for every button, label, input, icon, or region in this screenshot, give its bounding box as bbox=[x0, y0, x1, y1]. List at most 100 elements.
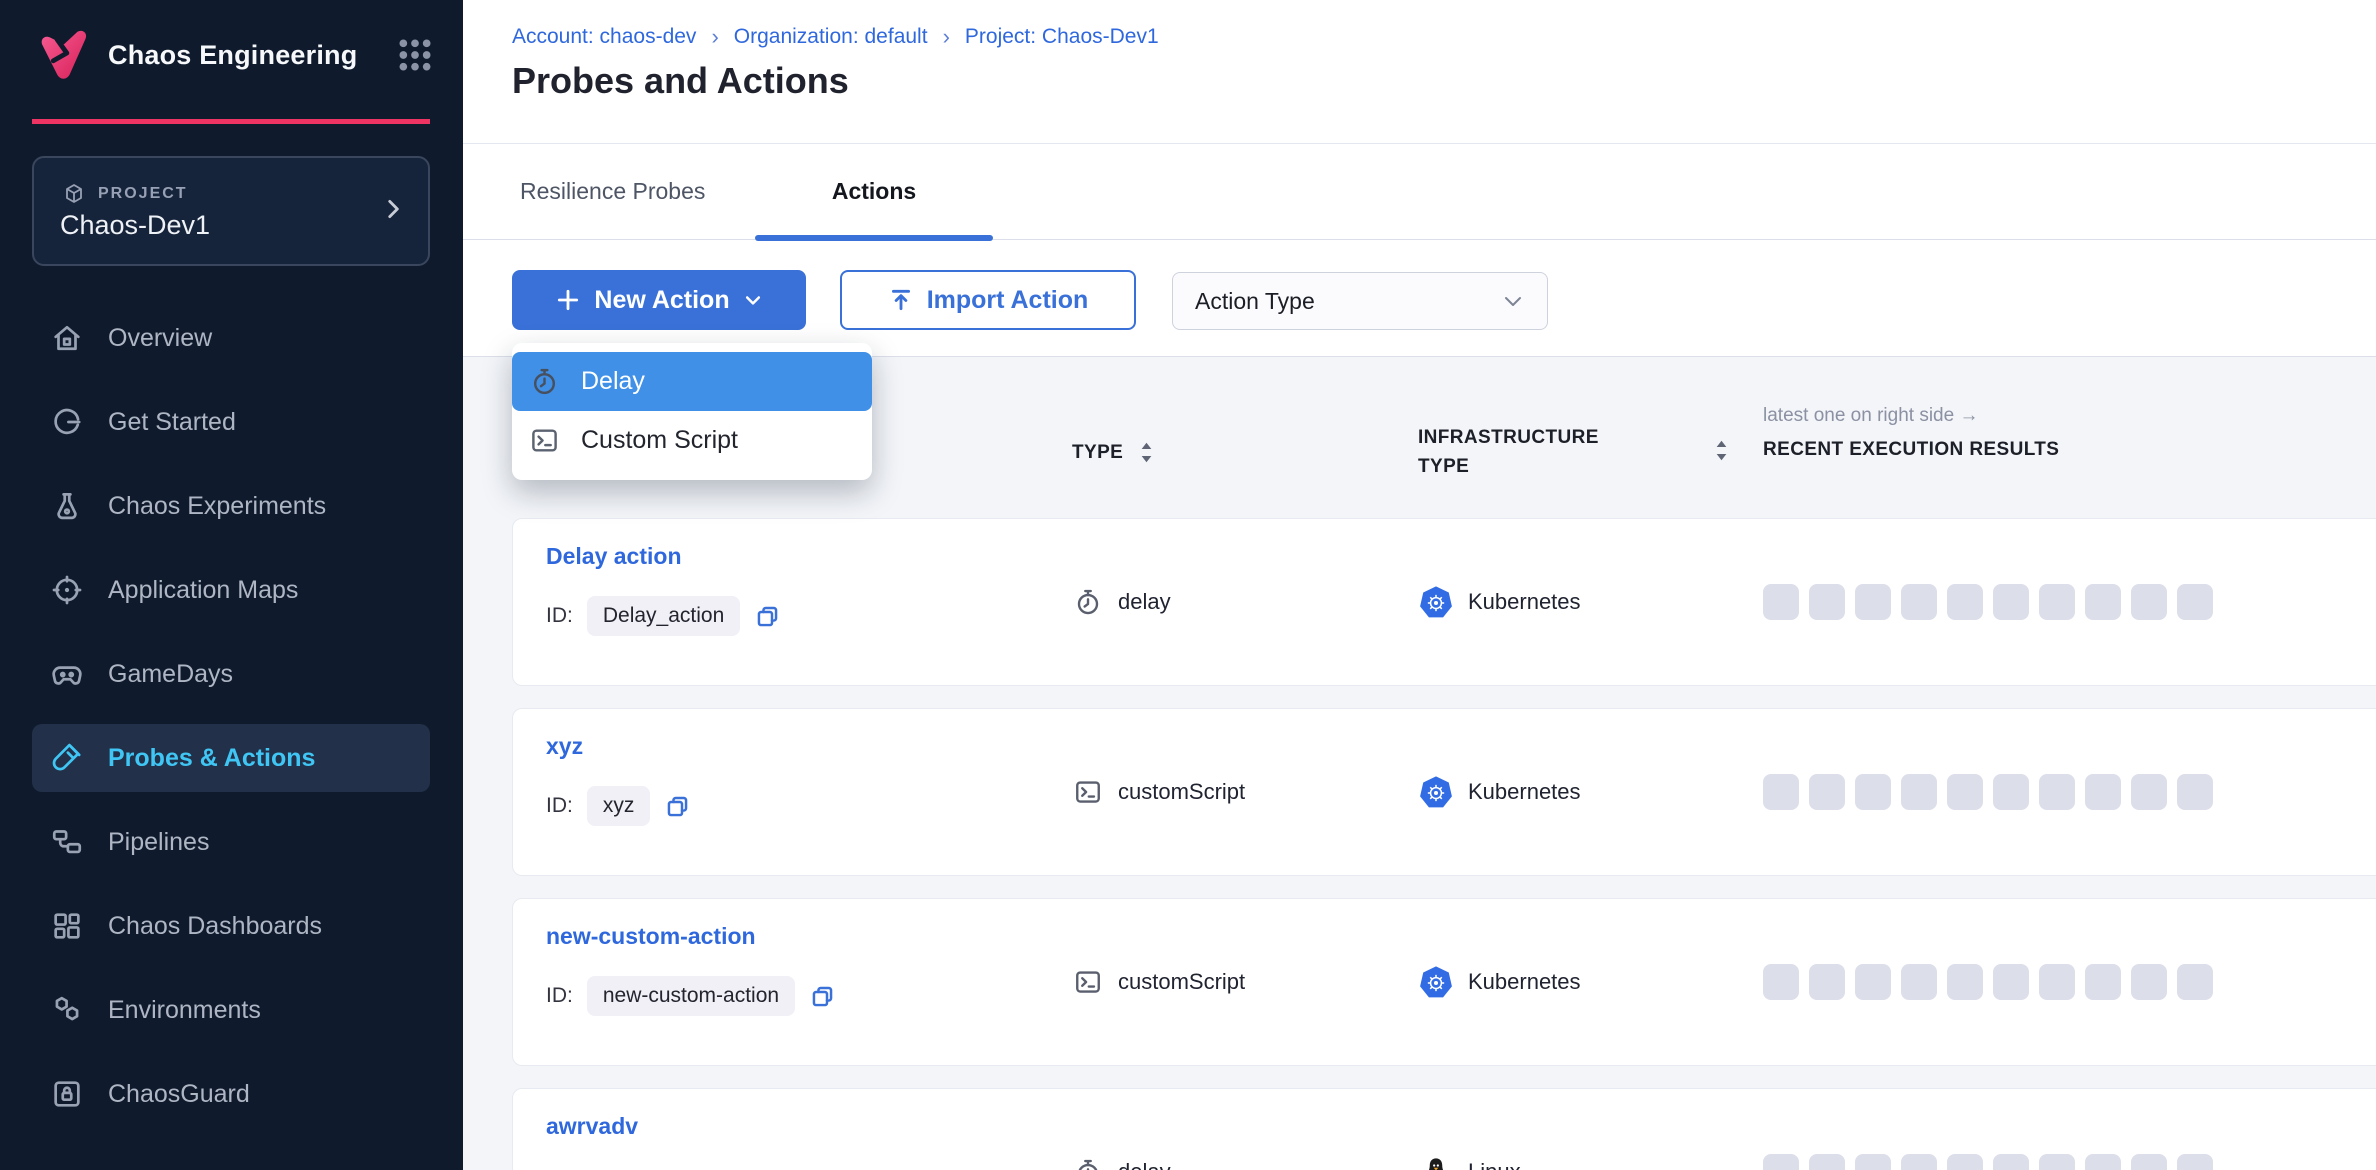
sidebar-item-environments[interactable]: Environments bbox=[0, 968, 463, 1052]
execution-result-placeholder bbox=[1809, 964, 1845, 1000]
project-selector[interactable]: PROJECT Chaos-Dev1 bbox=[32, 156, 430, 266]
execution-result-placeholder bbox=[1947, 1154, 1983, 1170]
stopwatch-icon bbox=[529, 366, 560, 397]
results-note: latest one on right side → bbox=[1763, 405, 2059, 427]
infrastructure-cell: Kubernetes bbox=[1419, 519, 1581, 685]
pipeline-icon bbox=[50, 825, 84, 859]
execution-result-placeholder bbox=[2177, 774, 2213, 810]
action-row-delay-action[interactable]: Delay action ID: Delay_action delay Kube… bbox=[512, 518, 2376, 686]
sidebar-item-label: Get Started bbox=[108, 408, 236, 437]
type-cell: delay bbox=[1073, 519, 1171, 685]
execution-result-placeholder bbox=[2085, 774, 2121, 810]
column-header-infrastructure-type: INFRASTRUCTURE TYPE bbox=[1418, 423, 1618, 481]
execution-result-placeholder bbox=[1947, 964, 1983, 1000]
target-icon bbox=[50, 573, 84, 607]
menu-item-delay[interactable]: Delay bbox=[512, 352, 872, 411]
breadcrumb-link-1[interactable]: Organization: default bbox=[734, 25, 928, 49]
module-grid-icon[interactable] bbox=[395, 35, 435, 75]
infrastructure-cell: Kubernetes bbox=[1419, 899, 1581, 1065]
terminal-icon bbox=[529, 425, 560, 456]
dashboard-icon bbox=[50, 909, 84, 943]
execution-result-placeholder bbox=[2131, 964, 2167, 1000]
execution-result-placeholder bbox=[2131, 584, 2167, 620]
sidebar-item-probes-actions[interactable]: Probes & Actions bbox=[0, 716, 463, 800]
type-value: delay bbox=[1118, 1159, 1171, 1170]
sort-icon[interactable] bbox=[1139, 441, 1154, 464]
app-title: Chaos Engineering bbox=[108, 40, 395, 71]
plus-icon bbox=[555, 287, 581, 313]
kubernetes-icon bbox=[1419, 585, 1453, 619]
sidebar-item-get-started[interactable]: Get Started bbox=[0, 380, 463, 464]
new-action-button[interactable]: New Action bbox=[512, 270, 806, 330]
sidebar-header: Chaos Engineering bbox=[30, 22, 435, 88]
stopwatch-icon bbox=[1073, 1157, 1103, 1170]
action-type-select[interactable]: Action Type bbox=[1172, 272, 1548, 330]
id-value: new-custom-action bbox=[587, 976, 795, 1016]
accent-divider bbox=[32, 119, 430, 124]
tab-actions[interactable]: Actions bbox=[755, 144, 993, 239]
hexagons-icon bbox=[50, 993, 84, 1027]
sidebar-item-label: Pipelines bbox=[108, 828, 209, 857]
execution-result-placeholder bbox=[1993, 1154, 2029, 1170]
action-row-new-custom-action[interactable]: new-custom-action ID: new-custom-action … bbox=[512, 898, 2376, 1066]
action-id: ID: xyz bbox=[546, 785, 691, 827]
import-action-button[interactable]: Import Action bbox=[840, 270, 1136, 330]
sort-icon[interactable] bbox=[1714, 439, 1729, 462]
type-cell: customScript bbox=[1073, 899, 1245, 1065]
kubernetes-icon bbox=[1419, 965, 1453, 999]
copy-icon[interactable] bbox=[754, 603, 781, 630]
menu-item-custom-script[interactable]: Custom Script bbox=[512, 411, 872, 470]
sidebar-item-chaosguard[interactable]: ChaosGuard bbox=[0, 1052, 463, 1136]
sidebar-item-application-maps[interactable]: Application Maps bbox=[0, 548, 463, 632]
sidebar-item-pipelines[interactable]: Pipelines bbox=[0, 800, 463, 884]
recent-execution-results bbox=[1763, 1089, 2213, 1170]
tabs: Resilience Probes Actions bbox=[463, 144, 2376, 240]
stopwatch-icon bbox=[1073, 587, 1103, 617]
main-content: Account: chaos-dev › Organization: default… bbox=[463, 0, 2376, 1170]
execution-result-placeholder bbox=[1763, 1154, 1799, 1170]
column-header-results: latest one on right side → RECENT EXECUT… bbox=[1763, 405, 2059, 461]
tab-resilience-probes[interactable]: Resilience Probes bbox=[520, 144, 705, 239]
type-cell: delay bbox=[1073, 1089, 1171, 1170]
action-row-awrvadv[interactable]: awrvadv delay Linux bbox=[512, 1088, 2376, 1170]
execution-result-placeholder bbox=[2039, 774, 2075, 810]
sidebar-item-label: Overview bbox=[108, 324, 212, 353]
recent-execution-results bbox=[1763, 709, 2213, 875]
sidebar-item-label: Chaos Experiments bbox=[108, 492, 326, 521]
sidebar-item-chaos-experiments[interactable]: Chaos Experiments bbox=[0, 464, 463, 548]
id-value: Delay_action bbox=[587, 596, 740, 636]
sidebar-item-gamedays[interactable]: GameDays bbox=[0, 632, 463, 716]
breadcrumb-link-0[interactable]: Account: chaos-dev bbox=[512, 25, 696, 49]
sidebar-item-chaos-dashboards[interactable]: Chaos Dashboards bbox=[0, 884, 463, 968]
action-name-link[interactable]: xyz bbox=[546, 733, 583, 760]
copy-icon[interactable] bbox=[809, 983, 836, 1010]
sidebar-item-label: ChaosGuard bbox=[108, 1080, 250, 1109]
execution-result-placeholder bbox=[2039, 584, 2075, 620]
action-row-xyz[interactable]: xyz ID: xyz customScript Kubernetes bbox=[512, 708, 2376, 876]
chevron-right-icon bbox=[380, 196, 406, 222]
sidebar-item-overview[interactable]: Overview bbox=[0, 296, 463, 380]
copy-icon[interactable] bbox=[664, 793, 691, 820]
infrastructure-cell: Kubernetes bbox=[1419, 709, 1581, 875]
test-tube-icon bbox=[50, 741, 84, 775]
type-value: delay bbox=[1118, 589, 1171, 615]
action-name-link[interactable]: awrvadv bbox=[546, 1113, 638, 1140]
infrastructure-value: Kubernetes bbox=[1468, 779, 1581, 805]
project-selector-header: PROJECT bbox=[62, 182, 188, 206]
breadcrumb-separator: › bbox=[711, 24, 718, 50]
sidebar-item-label: Environments bbox=[108, 996, 261, 1025]
toolbar: New Action Import Action Action Type bbox=[463, 241, 2376, 357]
action-name-link[interactable]: Delay action bbox=[546, 543, 682, 570]
execution-result-placeholder bbox=[1993, 774, 2029, 810]
sidebar-item-label: Chaos Dashboards bbox=[108, 912, 322, 941]
linux-icon bbox=[1419, 1155, 1453, 1170]
breadcrumb-link-2[interactable]: Project: Chaos-Dev1 bbox=[965, 25, 1159, 49]
column-header-type-label: TYPE bbox=[1072, 442, 1123, 464]
action-id: ID: Delay_action bbox=[546, 595, 781, 637]
execution-result-placeholder bbox=[2085, 1154, 2121, 1170]
import-action-label: Import Action bbox=[927, 286, 1089, 315]
infrastructure-value: Kubernetes bbox=[1468, 969, 1581, 995]
execution-result-placeholder bbox=[1901, 584, 1937, 620]
action-name-link[interactable]: new-custom-action bbox=[546, 923, 756, 950]
execution-result-placeholder bbox=[1855, 774, 1891, 810]
